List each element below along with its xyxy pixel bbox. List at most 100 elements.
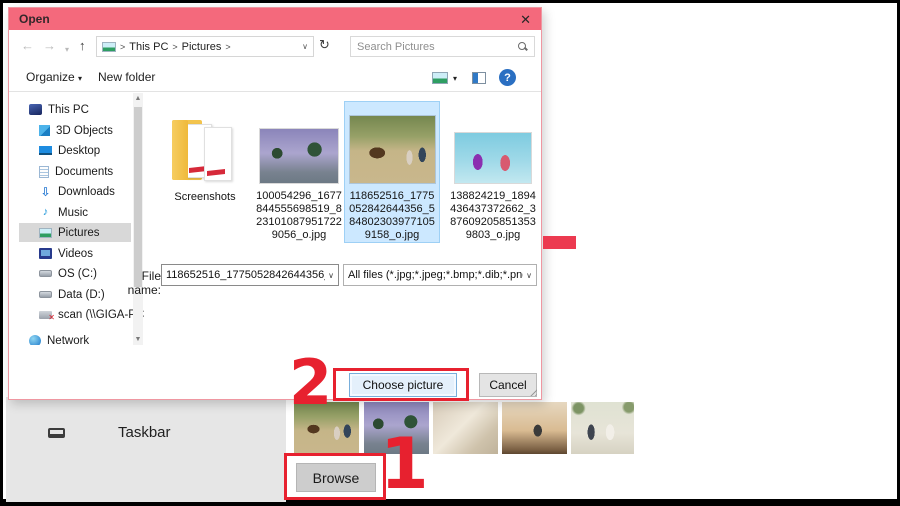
sidebar-item-documents[interactable]: Documents — [19, 162, 131, 181]
thumbnail-view-icon[interactable] — [432, 72, 448, 84]
file-label: Screenshots — [155, 191, 255, 204]
annotation-step-2: 2 — [289, 352, 332, 414]
taskbar-label: Taskbar — [118, 424, 171, 441]
breadcrumb[interactable]: > This PC > Pictures > ∨ — [96, 36, 314, 57]
back-icon[interactable]: ← — [21, 37, 34, 55]
breadcrumb-separator: > — [225, 42, 230, 52]
search-box[interactable] — [350, 36, 535, 57]
photo-thumbnail-horses — [350, 116, 435, 183]
sidebar-item-downloads[interactable]: ⇩ Downloads — [19, 182, 131, 201]
preview-pane-icon[interactable] — [472, 72, 486, 84]
help-icon[interactable]: ? — [499, 69, 516, 86]
download-arrow-icon: ⇩ — [39, 186, 52, 198]
chevron-down-icon[interactable]: ∨ — [526, 271, 532, 280]
sidebar-item-network[interactable]: Network — [19, 331, 131, 345]
annotation-step-1: 1 — [380, 429, 429, 499]
sidebar-item-pictures[interactable]: Pictures — [19, 223, 131, 242]
file-name-label: File name: — [105, 269, 161, 297]
taskbar-icon — [48, 428, 65, 438]
cancel-button[interactable]: Cancel — [479, 373, 537, 397]
sidebar-item-3d-objects[interactable]: 3D Objects — [19, 121, 131, 140]
breadcrumb-separator: > — [120, 42, 125, 52]
drive-icon — [39, 270, 52, 277]
globe-icon — [29, 335, 41, 346]
file-label: 100054296_1677 844555698519_8 2310108795… — [249, 190, 349, 242]
file-type-dropdown[interactable]: All files (*.jpg;*.jpeg;*.bmp;*.dib;*.pn… — [343, 264, 537, 286]
organize-label: Organize — [26, 70, 75, 84]
breadcrumb-pictures[interactable]: Pictures — [182, 41, 222, 53]
cube-icon — [39, 125, 50, 136]
sidebar-item-label: Network — [47, 335, 89, 346]
desktop-background: Taskbar Browse Open ✕ ← → ▾ ↑ > This PC — [3, 3, 897, 499]
dialog-titlebar[interactable]: Open ✕ — [9, 8, 541, 30]
close-icon[interactable]: ✕ — [520, 13, 531, 26]
computer-icon — [29, 104, 42, 115]
sidebar-item-music[interactable]: ♪ Music — [19, 203, 131, 222]
sidebar-item-label: scan (\\GIGA-PC — [58, 309, 144, 321]
toolbar: Organize ▾ New folder ▾ ? — [9, 63, 541, 92]
pictures-location-icon — [102, 42, 116, 52]
dialog-body: This PC 3D Objects Desktop Documents ⇩ D… — [9, 93, 541, 345]
file-item-photo-1[interactable]: 100054296_1677 844555698519_8 2310108795… — [249, 102, 349, 244]
annotation-box-browse — [284, 453, 386, 500]
file-name-input[interactable] — [166, 269, 325, 281]
sidebar-item-label: Videos — [58, 248, 93, 260]
folder-icon — [170, 116, 242, 184]
file-item-photo-3[interactable]: 138824219_1894 436437372662_3 8760920585… — [443, 102, 541, 244]
forward-icon[interactable]: → — [43, 37, 56, 55]
search-input[interactable] — [357, 41, 518, 53]
settings-sidebar-panel — [6, 397, 286, 502]
view-caret-icon[interactable]: ▾ — [453, 74, 457, 83]
file-name-combobox[interactable]: ∨ — [161, 264, 339, 286]
picture-icon — [39, 228, 52, 238]
sidebar-item-label: Data (D:) — [58, 289, 105, 301]
sidebar-item-label: Documents — [55, 166, 113, 178]
sidebar-item-label: OS (C:) — [58, 268, 97, 280]
sidebar-item-label: Pictures — [58, 227, 100, 239]
file-label: 138824219_1894 436437372662_3 8760920585… — [443, 190, 541, 242]
photo-thumbnail-pool — [455, 133, 531, 183]
screenshot-frame: Taskbar Browse Open ✕ ← → ▾ ↑ > This PC — [0, 0, 900, 506]
sidebar-item-label: Downloads — [58, 186, 115, 198]
sidebar-item-label: This PC — [48, 104, 89, 116]
new-folder-button[interactable]: New folder — [98, 70, 155, 84]
drive-icon — [39, 291, 52, 298]
background-picture-thumbnail[interactable] — [433, 402, 498, 454]
scroll-up-icon[interactable]: ▲ — [133, 95, 143, 102]
refresh-icon[interactable]: ↻ — [319, 37, 330, 53]
sidebar-item-label: Desktop — [58, 145, 100, 157]
sidebar-item-scan[interactable]: scan (\\GIGA-PC — [19, 305, 131, 324]
sidebar-item-this-pc[interactable]: This PC — [19, 100, 131, 119]
file-type-value: All files (*.jpg;*.jpeg;*.bmp;*.dib;*.pn… — [348, 269, 523, 281]
breadcrumb-this-pc[interactable]: This PC — [129, 41, 168, 53]
background-picture-thumbnail[interactable] — [571, 402, 634, 454]
settings-nav-taskbar[interactable]: Taskbar — [48, 424, 171, 441]
sidebar-item-label: Music — [58, 207, 88, 219]
organize-menu[interactable]: Organize ▾ — [26, 70, 82, 84]
sidebar-scrollbar[interactable]: ▲ ▼ — [133, 93, 143, 345]
document-icon — [39, 166, 49, 178]
open-dialog: Open ✕ ← → ▾ ↑ > This PC > Pictures > ∨ … — [8, 7, 542, 400]
recent-locations-caret-icon[interactable]: ▾ — [65, 41, 69, 59]
scrollbar-thumb[interactable] — [134, 107, 142, 287]
up-icon[interactable]: ↑ — [79, 37, 86, 55]
video-icon — [39, 248, 52, 259]
address-dropdown-icon[interactable]: ∨ — [302, 42, 308, 51]
chevron-down-icon[interactable]: ∨ — [328, 271, 334, 280]
photo-thumbnail-trees — [260, 129, 338, 183]
file-item-screenshots-folder[interactable]: Screenshots — [155, 102, 255, 244]
music-note-icon: ♪ — [39, 207, 52, 219]
annotation-box-choose-picture — [333, 368, 469, 401]
breadcrumb-separator: > — [172, 42, 177, 52]
organize-caret-icon: ▾ — [78, 74, 82, 83]
sidebar-item-desktop[interactable]: Desktop — [19, 141, 131, 160]
file-label: 118652516_1775 052842644356_5 8480230397… — [345, 190, 439, 242]
scroll-down-icon[interactable]: ▼ — [133, 336, 143, 343]
search-icon — [518, 42, 528, 52]
sidebar-item-videos[interactable]: Videos — [19, 244, 131, 263]
background-picture-thumbnail[interactable] — [502, 402, 567, 454]
red-accent-bar — [543, 236, 576, 249]
file-item-photo-2-selected[interactable]: 118652516_1775 052842644356_5 8480230397… — [344, 101, 440, 243]
monitor-icon — [39, 146, 52, 155]
sidebar-item-label: 3D Objects — [56, 125, 113, 137]
